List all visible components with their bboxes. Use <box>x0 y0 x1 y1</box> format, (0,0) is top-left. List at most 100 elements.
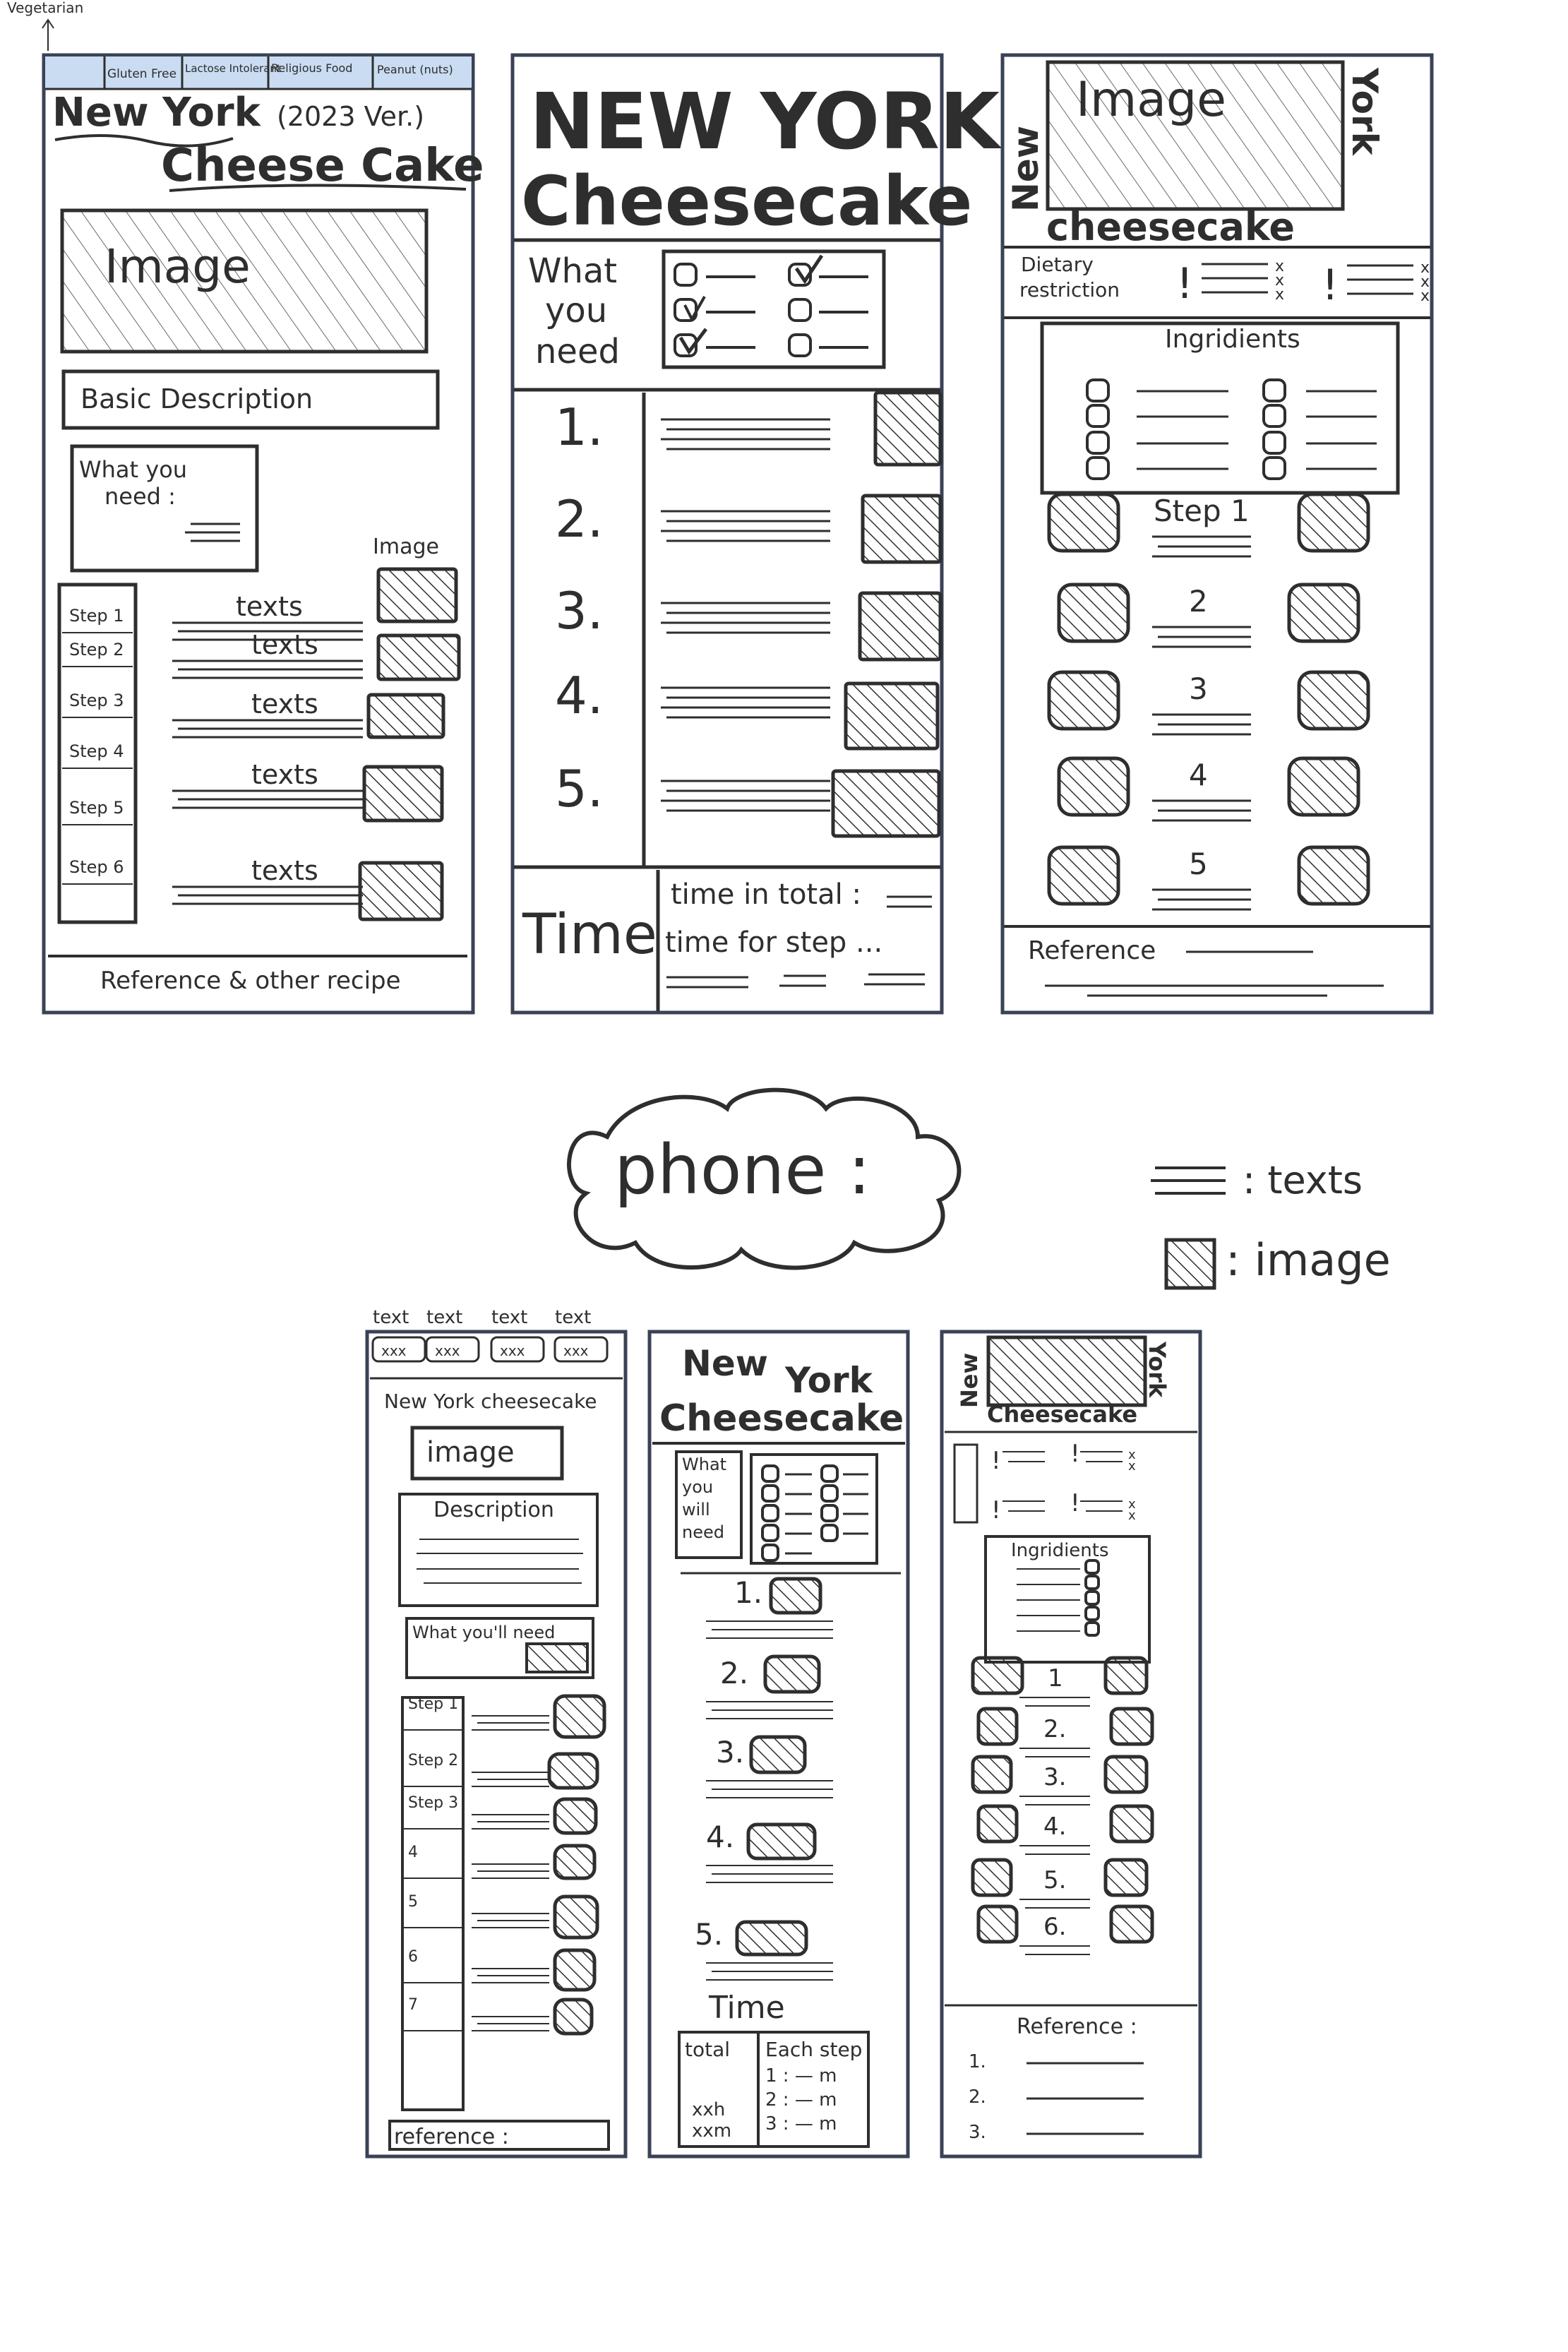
step-texts-label-4: texts <box>251 759 318 790</box>
step-number-4: 4. <box>555 666 604 725</box>
tab-lactose-intolerant[interactable]: Lactose Intolerant <box>185 62 281 75</box>
ingredient-checkbox-left-2[interactable] <box>1086 404 1110 428</box>
phone3-ingredient-checkbox-1[interactable] <box>1084 1559 1100 1575</box>
text-placeholder-lines <box>472 2016 549 2031</box>
phone1-tab-label-3: text <box>491 1307 527 1328</box>
phone1-step-image-7 <box>553 1998 594 2036</box>
phone1-need-image <box>525 1642 589 1673</box>
step-label-1: Step 1 <box>1154 494 1250 528</box>
step-image-1 <box>873 390 942 467</box>
text-placeholder-lines <box>172 659 363 679</box>
image-column-label: Image <box>373 535 439 559</box>
phone1-description-label: Description <box>433 1498 554 1522</box>
phone2-checkbox-left-4[interactable] <box>761 1524 779 1542</box>
tab-religious-food[interactable]: Religious Food <box>271 61 352 75</box>
phone1-step-image-5 <box>553 1894 599 1940</box>
phone3-step-image-right-2 <box>1109 1707 1154 1746</box>
phone3-reference-item-2: 2. <box>969 2087 986 2108</box>
svg-text:1 : — m: 1 : — m <box>765 2065 837 2087</box>
step-image-5 <box>358 861 444 921</box>
phone1-reference-label: reference : <box>394 2125 509 2149</box>
phone2-checkbox-right-1[interactable] <box>820 1464 839 1483</box>
phone2-checkbox-right-4[interactable] <box>820 1524 839 1542</box>
step-image-left-4 <box>1057 756 1130 817</box>
phone2-checkbox-right-2[interactable] <box>820 1484 839 1503</box>
phone3-vertical-york: York <box>1144 1341 1171 1398</box>
phone3-warning-icon-2: ! <box>991 1496 1001 1524</box>
text-placeholder-lines <box>1080 1451 1123 1462</box>
step-image-4 <box>844 681 940 751</box>
basic-description-label: Basic Description <box>80 383 313 414</box>
text-placeholder-lines <box>172 719 363 739</box>
ingredient-checkbox-right-4[interactable] <box>1262 456 1286 480</box>
text-placeholder-lines <box>472 1863 549 1879</box>
step-texts-label-2: texts <box>251 629 318 660</box>
phone2-need-word-3: will <box>682 1500 710 1520</box>
vegetarian-tab-label: Vegetarian <box>7 0 83 16</box>
phone1-step-5: 5 <box>408 1893 418 1911</box>
phone1-tab-placeholder: xxx <box>381 1342 407 1359</box>
checkbox-left-1[interactable] <box>674 263 698 287</box>
svg-text:xxh: xxh <box>692 2099 725 2120</box>
ingredient-checkbox-right-1[interactable] <box>1262 378 1286 402</box>
phone3-step-4: 4. <box>1043 1813 1066 1841</box>
step-image-right-1 <box>1297 492 1370 553</box>
phone1-step-image-6 <box>553 1948 597 1992</box>
phone2-checkbox-right-3[interactable] <box>820 1504 839 1522</box>
legend-image: : image <box>1226 1234 1391 1286</box>
phone3-ingredient-checkbox-4[interactable] <box>1084 1606 1100 1621</box>
phone3-ingredient-checkbox-3[interactable] <box>1084 1590 1100 1606</box>
ingredient-checkbox-right-3[interactable] <box>1262 431 1286 455</box>
phone2-step-3: 3. <box>716 1735 744 1769</box>
phone3-step-image-right-5 <box>1103 1858 1149 1897</box>
hatched-box-icon <box>1164 1238 1216 1290</box>
phone1-step-2: Step 2 <box>408 1752 458 1769</box>
step-number-1: 1. <box>555 398 604 457</box>
checkbox-right-3[interactable] <box>788 333 812 357</box>
phone3-ingredient-checkbox-2[interactable] <box>1084 1575 1100 1590</box>
phone2-checkbox-left-1[interactable] <box>761 1464 779 1483</box>
version-label: (2023 Ver.) <box>277 101 424 132</box>
phone2-checkbox-left-5[interactable] <box>761 1544 779 1562</box>
legend: : texts : image <box>1151 1158 1391 1290</box>
vertical-york: York <box>1344 67 1385 157</box>
phone1-step-1: Step 1 <box>408 1695 458 1713</box>
phone3-ingredient-checkbox-5[interactable] <box>1084 1621 1100 1637</box>
step-image-3 <box>366 693 445 739</box>
phone2-checkbox-left-3[interactable] <box>761 1504 779 1522</box>
phone1-step-image-2 <box>547 1752 599 1790</box>
title-new-york-large: NEW YORK <box>529 76 1003 167</box>
text-placeholder-lines <box>1019 1845 1090 1855</box>
phone3-hero-image <box>986 1335 1147 1407</box>
phone3-vertical-new: New <box>956 1353 983 1408</box>
step-label-4: 4 <box>1189 758 1208 792</box>
cheesecake-label-3: cheesecake <box>1046 205 1295 249</box>
tab-gluten-free[interactable]: Gluten Free <box>107 67 176 81</box>
phone1-tab-label-1: text <box>373 1307 409 1328</box>
step-label-2: 2 <box>1189 584 1208 619</box>
phone3-step-image-right-3 <box>1103 1755 1149 1794</box>
phone3-step-3: 3. <box>1043 1763 1066 1791</box>
checkbox-right-2[interactable] <box>788 298 812 322</box>
ingredients-label: Ingridients <box>1165 325 1300 354</box>
phone3-step-image-left-3 <box>971 1755 1013 1794</box>
step-image-left-2 <box>1057 583 1130 643</box>
ingredient-checkbox-right-2[interactable] <box>1262 404 1286 428</box>
text-placeholder-lines <box>1152 626 1251 648</box>
step-image-left-3 <box>1047 670 1120 731</box>
phone1-tab-label-2: text <box>426 1307 462 1328</box>
text-placeholder-lines <box>172 885 363 905</box>
text-placeholder-lines <box>472 1814 549 1829</box>
ingredient-checkbox-left-3[interactable] <box>1086 431 1110 455</box>
svg-text:2 : — m: 2 : — m <box>765 2089 837 2111</box>
ingredient-checkbox-left-4[interactable] <box>1086 456 1110 480</box>
text-placeholder-lines <box>706 1701 833 1719</box>
tab-peanut[interactable]: Peanut (nuts) <box>377 63 453 76</box>
step-label-4: Step 4 <box>69 741 124 761</box>
phone3-step-image-left-6 <box>976 1904 1019 1944</box>
ingredient-checkbox-left-1[interactable] <box>1086 378 1110 402</box>
phone2-checkbox-left-2[interactable] <box>761 1484 779 1503</box>
phone1-image-label: image <box>426 1436 515 1469</box>
phone2-total-label: total <box>685 2038 730 2061</box>
phone3-step-image-right-1 <box>1103 1656 1149 1695</box>
